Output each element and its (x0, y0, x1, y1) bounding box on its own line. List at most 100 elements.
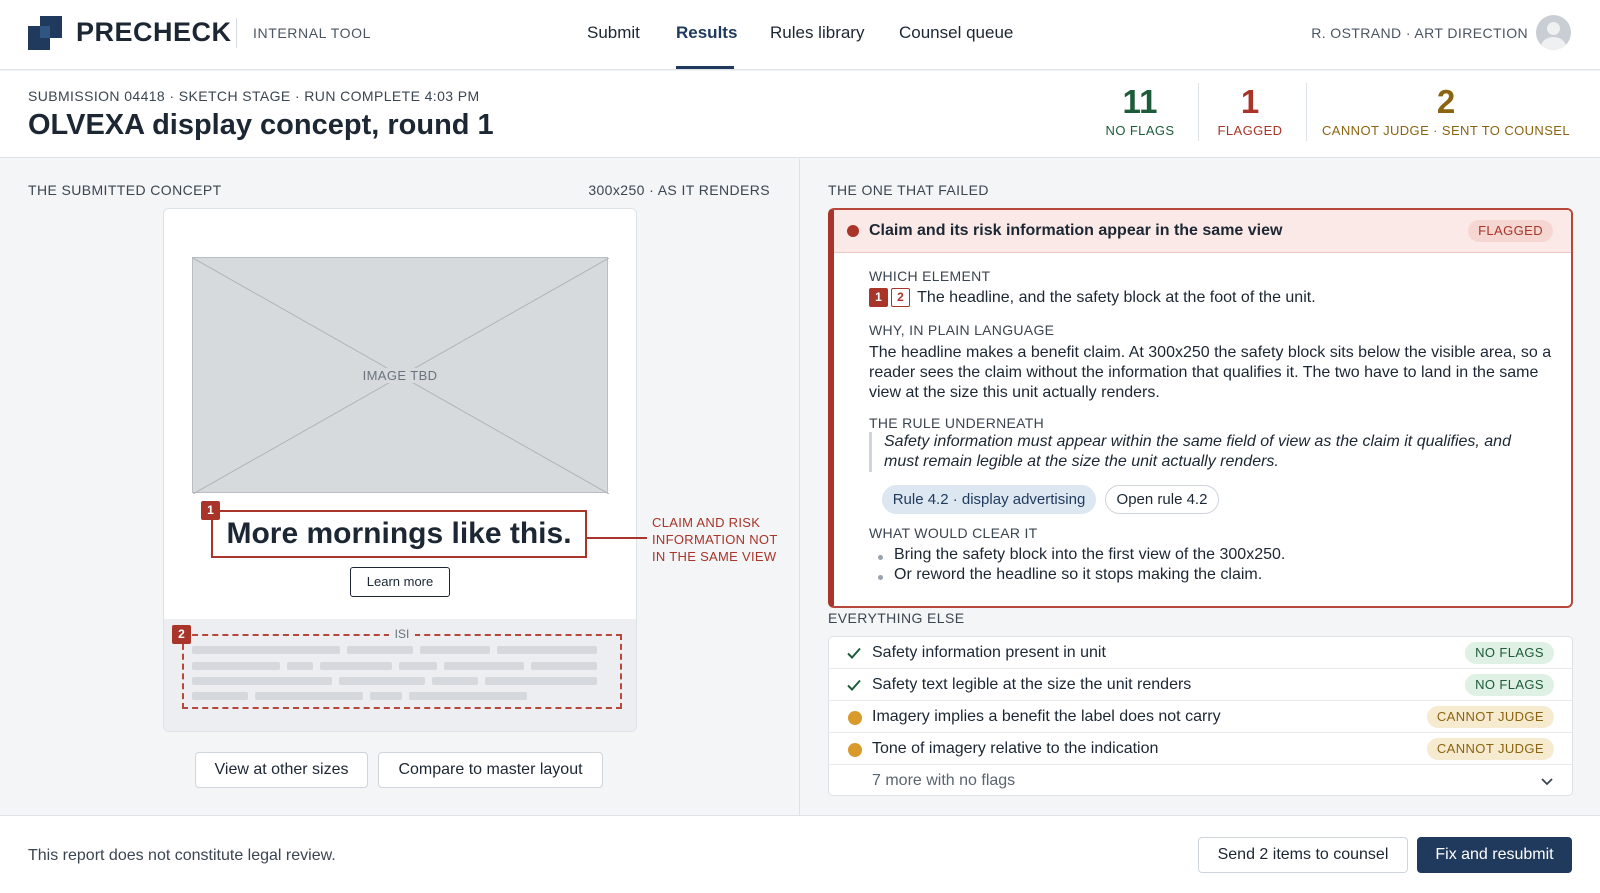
which-element-label: WHICH ELEMENT (869, 268, 991, 284)
stat-value: 1 (1240, 83, 1260, 120)
chevron-down-icon[interactable] (1540, 774, 1554, 788)
status-badge: CANNOT JUDGE (1426, 738, 1554, 760)
check-name: Safety text legible at the size the unit… (872, 676, 1192, 693)
open-rule-button[interactable]: Open rule 4.2 (1105, 485, 1219, 514)
status-badge: NO FLAGS (1465, 642, 1554, 664)
bullet-icon (878, 575, 883, 580)
stat-label: FLAGGED (1217, 123, 1283, 138)
stat-divider (1306, 83, 1307, 141)
rule-quote: Safety information must appear within th… (869, 432, 1549, 472)
list-item[interactable]: Imagery implies a benefit the label does… (829, 701, 1572, 733)
isi-text-line (420, 646, 490, 654)
bullet-icon (878, 555, 883, 560)
everything-else-label: EVERYTHING ELSE (828, 610, 965, 626)
list-item[interactable]: Tone of imagery relative to the indicati… (829, 733, 1572, 765)
isi-text-line (409, 692, 527, 700)
callout-text: CLAIM AND RISK INFORMATION NOT IN THE SA… (652, 514, 778, 565)
other-checks-list: Safety information present in unit NO FL… (828, 636, 1573, 796)
stat-value: 2 (1436, 83, 1456, 120)
status-badge: CANNOT JUDGE (1426, 706, 1554, 728)
isi-text-line (192, 646, 340, 654)
why-text: The headline makes a benefit claim. At 3… (869, 344, 1552, 401)
avatar[interactable] (1536, 15, 1571, 50)
nav-counsel-queue[interactable]: Counsel queue (899, 23, 1013, 43)
why-label: WHY, IN PLAIN LANGUAGE (869, 322, 1055, 338)
check-icon (847, 679, 861, 691)
user-name: R. OSTRAND · ART DIRECTION (1311, 25, 1528, 41)
top-bar: PRECHECK INTERNAL TOOL Submit Results Ru… (0, 0, 1600, 70)
check-icon (847, 647, 861, 659)
legal-disclaimer: This report does not constitute legal re… (28, 847, 336, 864)
rule-label: THE RULE UNDERNEATH (869, 415, 1045, 431)
image-placeholder: IMAGE TBD (192, 257, 609, 494)
results-panel: THE ONE THAT FAILED Claim and its risk i… (801, 159, 1600, 815)
clear-item: Bring the safety block into the first vi… (894, 546, 1286, 563)
headline-highlight[interactable]: More mornings like this. (211, 510, 587, 558)
callout-connector (587, 537, 647, 539)
marker-1-chip: 1 (869, 288, 888, 307)
list-item[interactable]: Safety information present in unit NO FL… (829, 637, 1572, 669)
concept-panel: THE SUBMITTED CONCEPT 300x250 · AS IT RE… (0, 159, 800, 815)
isi-label: ISI (184, 627, 620, 641)
marker-2-chip: 2 (891, 288, 910, 307)
image-placeholder-label: IMAGE TBD (193, 368, 607, 383)
amber-dot-icon (848, 711, 862, 725)
isi-text-line (339, 677, 425, 685)
ad-headline: More mornings like this. (226, 517, 572, 550)
check-name: Tone of imagery relative to the indicati… (872, 740, 1159, 757)
nav-active-indicator (676, 66, 734, 69)
flagged-badge: FLAGGED (1468, 220, 1553, 242)
learn-more-button[interactable]: Learn more (350, 567, 450, 597)
amber-dot-icon (848, 743, 862, 757)
view-other-sizes-button[interactable]: View at other sizes (195, 752, 368, 788)
show-more-row[interactable]: 7 more with no flags (829, 765, 1572, 795)
check-name: Imagery implies a benefit the label does… (872, 708, 1221, 725)
nav-submit[interactable]: Submit (587, 23, 640, 43)
isi-highlight[interactable]: ISI (182, 627, 622, 709)
page-title: OLVEXA display concept, round 1 (28, 109, 494, 141)
rule-tag[interactable]: Rule 4.2 · display advertising (882, 485, 1096, 514)
brand-name: PRECHECK (76, 17, 232, 47)
fix-and-resubmit-button[interactable]: Fix and resubmit (1417, 837, 1572, 873)
isi-text-line (399, 662, 437, 670)
nav-rules-library[interactable]: Rules library (770, 23, 864, 43)
isi-text-line (531, 662, 597, 670)
concept-section-label: THE SUBMITTED CONCEPT (28, 182, 222, 198)
isi-text-line (370, 692, 402, 700)
failed-check-title: Claim and its risk information appear in… (869, 222, 1283, 239)
marker-1: 1 (201, 501, 220, 520)
isi-text-line (485, 677, 597, 685)
precheck-logo-icon (28, 16, 62, 50)
stat-no-flags: 11 NO FLAGS (1102, 83, 1178, 138)
stat-flagged: 1 FLAGGED (1212, 83, 1288, 138)
isi-text-line (444, 662, 524, 670)
which-element-description: The headline, and the safety block at th… (917, 289, 1316, 306)
failed-section-label: THE ONE THAT FAILED (828, 182, 989, 198)
clear-label: WHAT WOULD CLEAR IT (869, 525, 1038, 541)
render-size-label: 300x250 · AS IT RENDERS (588, 182, 770, 198)
ad-preview: IMAGE TBD More mornings like this. 1 Lea… (163, 208, 637, 732)
send-to-counsel-button[interactable]: Send 2 items to counsel (1198, 837, 1408, 873)
nav-results[interactable]: Results (676, 23, 737, 43)
clear-item: Or reword the headline so it stops makin… (894, 566, 1263, 583)
isi-text-line (192, 692, 248, 700)
isi-text-line (255, 692, 363, 700)
footer: This report does not constitute legal re… (0, 815, 1600, 893)
compare-master-layout-button[interactable]: Compare to master layout (378, 752, 603, 788)
isi-text-line (432, 677, 478, 685)
status-badge: NO FLAGS (1465, 674, 1554, 696)
submission-header: SUBMISSION 04418 · SKETCH STAGE · RUN CO… (0, 71, 1600, 158)
show-more-label: 7 more with no flags (872, 772, 1016, 789)
failed-check-header: Claim and its risk information appear in… (834, 210, 1571, 253)
check-name: Safety information present in unit (872, 644, 1106, 661)
isi-text-line (347, 646, 413, 654)
stat-value: 11 (1122, 83, 1158, 120)
stat-label: NO FLAGS (1105, 123, 1175, 138)
isi-text-line (192, 662, 280, 670)
isi-text-line (497, 646, 597, 654)
marker-2: 2 (172, 625, 191, 644)
brand-divider (236, 18, 237, 48)
stat-cannot-judge: 2 CANNOT JUDGE · SENT TO COUNSEL (1320, 83, 1572, 138)
list-item[interactable]: Safety text legible at the size the unit… (829, 669, 1572, 701)
isi-text-line (287, 662, 313, 670)
